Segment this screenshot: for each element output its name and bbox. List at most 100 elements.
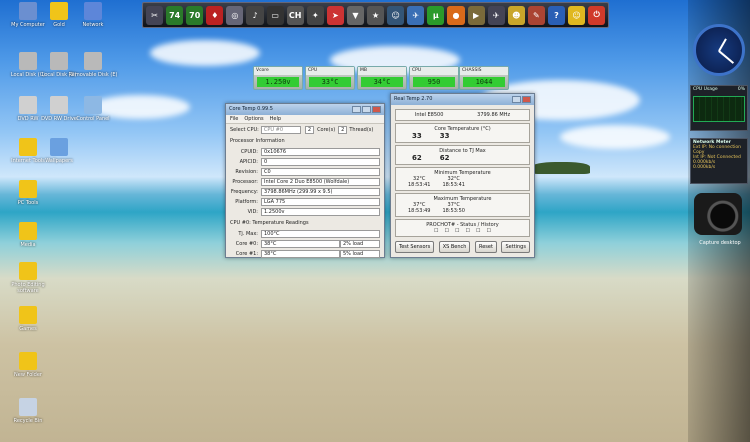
desktop-icon-label: Wallpapers	[45, 158, 73, 164]
emoticon-icon[interactable]: ☺	[567, 5, 586, 25]
desktop-icon[interactable]: Media	[3, 222, 53, 248]
core-row: Core #0: 38°C 2% load	[230, 240, 380, 248]
gpu-icon[interactable]: ▭	[266, 5, 284, 25]
minimize-button[interactable]	[512, 96, 521, 103]
sensor-gadget: CPU 33°C	[305, 66, 355, 90]
menu-item[interactable]: Help	[270, 116, 281, 122]
clock-gadget	[693, 24, 745, 76]
core1-distance: 62	[439, 154, 450, 162]
desktop-icon[interactable]: Control Panel	[68, 96, 118, 122]
sensor-value: 33°C	[309, 77, 351, 87]
core-temp-titlebar[interactable]: Core Temp 0.99.5	[226, 104, 384, 115]
capture-desktop-label: Capture desktop	[699, 240, 741, 246]
info-row: Platform: LGA 775	[230, 198, 380, 206]
test-sensors-button[interactable]: Test Sensors	[395, 241, 435, 253]
desktop-icon-image	[19, 398, 37, 416]
desktop-icon-label: Media	[20, 242, 36, 248]
desktop-icon-label: Games	[19, 326, 37, 332]
max-core0-time: 18:53:49	[408, 208, 431, 214]
core-row: Core #1: 38°C 5% load	[230, 250, 380, 258]
close-button[interactable]	[522, 96, 531, 103]
tjmax-label: Tj. Max:	[238, 231, 258, 237]
desktop-icon[interactable]: PC Tools	[3, 180, 53, 206]
cpu-model: Intel E8500	[414, 112, 444, 118]
cpu-usage-title: CPU Usage	[693, 87, 718, 92]
star-icon[interactable]: ★	[367, 5, 385, 25]
desktop-icon-label: Recycle Bin	[13, 418, 43, 424]
desktop-icon-label: Photo Editing software	[11, 282, 45, 294]
sensor-title: CHASSIS	[460, 67, 508, 75]
desktop-icon-image	[19, 262, 37, 280]
settings-button[interactable]: Settings	[501, 241, 530, 253]
desktop-icon[interactable]: Games	[3, 306, 53, 332]
desktop-icon[interactable]: Wallpapers	[34, 138, 84, 164]
core0-temp: 33	[412, 132, 422, 140]
prochot-checkbox[interactable]: ☐	[445, 228, 449, 234]
desktop-icon[interactable]: Removable Disk (E)	[68, 52, 118, 78]
menu-item[interactable]: File	[230, 116, 238, 122]
maximize-button[interactable]	[362, 106, 371, 113]
music-icon[interactable]: ♪	[246, 5, 264, 25]
desktop-icon[interactable]: New Folder	[3, 352, 53, 378]
seventy-four-icon[interactable]: 74	[166, 5, 184, 25]
info-value: 3798.86MHz (299.99 x 9.5)	[261, 188, 380, 196]
close-button[interactable]	[372, 106, 381, 113]
jet-icon[interactable]: ✈	[487, 5, 505, 25]
menu-item[interactable]: Options	[244, 116, 263, 122]
prochot-checkbox[interactable]: ☐	[476, 228, 480, 234]
prochot-checkbox[interactable]: ☐	[486, 228, 490, 234]
desktop-icon-image	[50, 52, 68, 70]
help-icon[interactable]: ?	[547, 5, 565, 25]
temp-readings-heading: CPU #0: Temperature Readings	[230, 220, 309, 226]
camera-icon[interactable]	[694, 193, 742, 235]
red-app-icon[interactable]: ➤	[326, 5, 344, 25]
media-icon[interactable]: ▶	[467, 5, 485, 25]
desktop-icon[interactable]: Photo Editing software	[3, 262, 53, 294]
sword-icon[interactable]: ✦	[306, 5, 324, 25]
info-label: APICID:	[239, 159, 258, 165]
info-label: Platform:	[235, 199, 258, 205]
minimize-button[interactable]	[352, 106, 361, 113]
info-value: 0	[261, 158, 380, 166]
core-temp-value: 38°C	[261, 250, 340, 258]
desktop-icon[interactable]: Recycle Bin	[3, 398, 53, 424]
info-label: Processor:	[232, 179, 258, 185]
brush-icon[interactable]: ✎	[527, 5, 545, 25]
smiley-icon[interactable]: ☻	[507, 5, 525, 25]
power-icon[interactable]: ⏻	[588, 5, 606, 25]
plane-icon[interactable]: ✈	[407, 5, 425, 25]
select-cpu-dropdown[interactable]: CPU #0	[260, 126, 301, 134]
reset-button[interactable]: Reset	[474, 241, 497, 253]
desktop-icon-image	[84, 2, 102, 20]
mail-icon[interactable]: ▼	[346, 5, 365, 25]
xs-bench-button[interactable]: XS Bench	[438, 241, 471, 253]
cpu-mhz: 3799.86 MHz	[477, 112, 511, 118]
desktop-icon[interactable]: Network	[68, 2, 118, 28]
ch-icon[interactable]: CH	[286, 5, 304, 25]
info-row: Revision: C0	[230, 168, 380, 176]
window-title: Core Temp 0.99.5	[229, 106, 273, 112]
real-temp-titlebar[interactable]: Real Temp 2.70	[391, 94, 534, 105]
min-core0-time: 18:53:41	[408, 182, 431, 188]
flag-icon[interactable]: ♦	[206, 5, 224, 25]
torrent-icon[interactable]: µ	[427, 5, 445, 25]
info-value: C0	[261, 168, 380, 176]
core-temp-value: 38°C	[261, 240, 340, 248]
info-value: Intel Core 2 Duo E8500 (Wolfdale)	[261, 178, 380, 186]
prochot-checkbox[interactable]: ☐	[455, 228, 459, 234]
sensor-gadget: CPU 950	[409, 66, 459, 90]
disc-icon[interactable]: ◎	[226, 5, 244, 25]
network-line: 0.000kb/s	[693, 165, 716, 170]
info-row: Processor: Intel Core 2 Duo E8500 (Wolfda…	[230, 178, 380, 186]
person-icon[interactable]: ☺	[387, 5, 405, 25]
desktop-icon-image	[84, 96, 102, 114]
prochot-checkbox[interactable]: ☐	[434, 228, 438, 234]
sensor-title: MB	[358, 67, 406, 75]
browser-icon[interactable]: ●	[447, 5, 465, 25]
core-label: Core #0:	[235, 241, 258, 247]
info-label: VID:	[247, 209, 258, 215]
prochot-checkbox[interactable]: ☐	[466, 228, 470, 234]
info-row: CPUID: 0x10676	[230, 148, 380, 156]
seventy-icon[interactable]: 70	[186, 5, 204, 25]
tool-icon[interactable]: ✂	[146, 5, 164, 25]
